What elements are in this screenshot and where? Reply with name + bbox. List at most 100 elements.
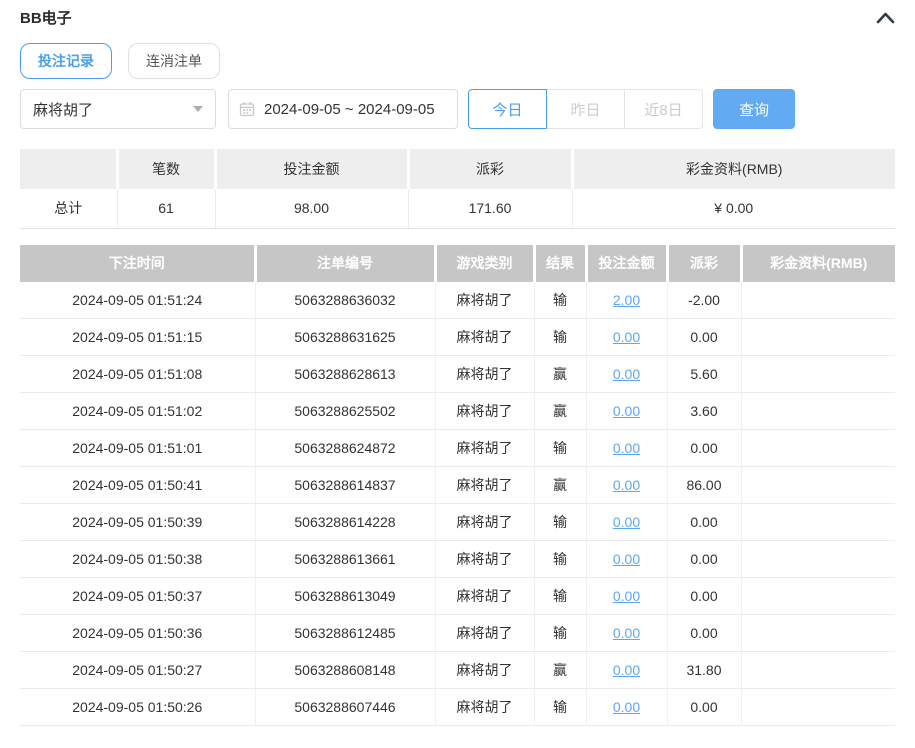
records-col-result: 结果	[532, 244, 586, 282]
bet-amount-link[interactable]: 0.00	[613, 329, 640, 345]
result-cell: 输	[533, 281, 586, 319]
payout-cell: 3.60	[666, 392, 741, 430]
summary-total-label: 总计	[20, 189, 117, 229]
table-row: 2024-09-05 01:50:39 5063288614228 麻将胡了 输…	[20, 503, 895, 541]
bet-amount-link[interactable]: 0.00	[613, 625, 640, 641]
bet-amount-link[interactable]: 0.00	[613, 662, 640, 678]
records-col-payout: 派彩	[665, 244, 741, 282]
tab-bet-records[interactable]: 投注记录	[20, 43, 112, 79]
payout-cell: 0.00	[666, 540, 741, 578]
search-button[interactable]: 查询	[713, 89, 795, 129]
filter-bar: 麻将胡了 2024-09-05 ~ 2024-09-05 今日 昨日 近8日 查…	[20, 89, 895, 129]
bonus-cell	[740, 503, 895, 541]
result-cell: 输	[533, 429, 586, 467]
bonus-cell	[740, 651, 895, 689]
bet-amount-link[interactable]: 2.00	[613, 292, 640, 308]
order-id-cell: 5063288608148	[254, 651, 435, 689]
records-table: 下注时间 注单编号 游戏类别 结果 投注金额 派彩 彩金资料(RMB) 2024…	[20, 244, 895, 726]
table-row: 2024-09-05 01:50:27 5063288608148 麻将胡了 赢…	[20, 651, 895, 689]
summary-total-bonus: ¥ 0.00	[571, 189, 895, 229]
bet-time-cell: 2024-09-05 01:50:38	[20, 540, 255, 578]
game-type-cell: 麻将胡了	[434, 651, 534, 689]
payout-cell: 0.00	[666, 614, 741, 652]
bet-amount-link[interactable]: 0.00	[613, 440, 640, 456]
payout-cell: 0.00	[666, 688, 741, 726]
bet-amount-link[interactable]: 0.00	[613, 366, 640, 382]
bet-time-cell: 2024-09-05 01:50:41	[20, 466, 255, 504]
result-cell: 输	[533, 614, 586, 652]
records-col-bonus: 彩金资料(RMB)	[739, 244, 895, 282]
records-tbody: 2024-09-05 01:51:24 5063288636032 麻将胡了 输…	[20, 281, 895, 726]
game-select-value: 麻将胡了	[33, 101, 94, 119]
order-id-cell: 5063288612485	[254, 614, 435, 652]
payout-cell: 0.00	[666, 577, 741, 615]
bet-amount-link[interactable]: 0.00	[613, 477, 640, 493]
summary-col-bet-amount: 投注金额	[213, 149, 408, 189]
game-type-cell: 麻将胡了	[434, 318, 534, 356]
page-title: BB电子	[20, 9, 72, 27]
quick-today-button[interactable]: 今日	[468, 89, 547, 129]
record-type-tabs: 投注记录 连消注单	[20, 43, 895, 79]
game-select[interactable]: 麻将胡了	[20, 89, 216, 129]
summary-total-bet-amount: 98.00	[214, 189, 408, 229]
date-range-input[interactable]: 2024-09-05 ~ 2024-09-05	[228, 89, 458, 129]
quick-yesterday-button[interactable]: 昨日	[546, 89, 625, 129]
tab-cancelled-orders[interactable]: 连消注单	[128, 43, 220, 79]
bonus-cell	[740, 614, 895, 652]
table-row: 2024-09-05 01:51:15 5063288631625 麻将胡了 输…	[20, 318, 895, 356]
game-type-cell: 麻将胡了	[434, 281, 534, 319]
bet-time-cell: 2024-09-05 01:51:15	[20, 318, 255, 356]
records-col-game: 游戏类别	[433, 244, 534, 282]
collapse-panel-button[interactable]	[876, 11, 895, 24]
table-row: 2024-09-05 01:51:02 5063288625502 麻将胡了 赢…	[20, 392, 895, 430]
chevron-down-icon	[193, 106, 203, 112]
bet-time-cell: 2024-09-05 01:50:36	[20, 614, 255, 652]
bonus-cell	[740, 355, 895, 393]
bet-amount-cell: 0.00	[585, 614, 667, 652]
order-id-cell: 5063288613049	[254, 577, 435, 615]
calendar-icon	[239, 101, 255, 117]
bb-dianzi-panel: BB电子 投注记录 连消注单 麻将胡了 2024-09-05 ~ 2024-09…	[0, 0, 915, 726]
game-type-cell: 麻将胡了	[434, 577, 534, 615]
bet-amount-link[interactable]: 0.00	[613, 403, 640, 419]
bet-time-cell: 2024-09-05 01:50:39	[20, 503, 255, 541]
order-id-cell: 5063288607446	[254, 688, 435, 726]
bonus-cell	[740, 466, 895, 504]
order-id-cell: 5063288613661	[254, 540, 435, 578]
summary-col-count: 笔数	[115, 149, 215, 189]
result-cell: 输	[533, 577, 586, 615]
payout-cell: 0.00	[666, 429, 741, 467]
payout-cell: 5.60	[666, 355, 741, 393]
game-type-cell: 麻将胡了	[434, 429, 534, 467]
bet-amount-cell: 0.00	[585, 688, 667, 726]
order-id-cell: 5063288614837	[254, 466, 435, 504]
order-id-cell: 5063288614228	[254, 503, 435, 541]
bet-amount-link[interactable]: 0.00	[613, 551, 640, 567]
bet-amount-link[interactable]: 0.00	[613, 514, 640, 530]
bonus-cell	[740, 688, 895, 726]
bet-amount-cell: 0.00	[585, 466, 667, 504]
game-type-cell: 麻将胡了	[434, 688, 534, 726]
bet-amount-cell: 0.00	[585, 318, 667, 356]
payout-cell: 31.80	[666, 651, 741, 689]
table-row: 2024-09-05 01:50:38 5063288613661 麻将胡了 输…	[20, 540, 895, 578]
game-type-cell: 麻将胡了	[434, 540, 534, 578]
bet-time-cell: 2024-09-05 01:50:27	[20, 651, 255, 689]
records-col-bet: 投注金额	[584, 244, 667, 282]
result-cell: 输	[533, 503, 586, 541]
order-id-cell: 5063288628613	[254, 355, 435, 393]
bonus-cell	[740, 281, 895, 319]
bet-amount-link[interactable]: 0.00	[613, 699, 640, 715]
records-col-order-id: 注单编号	[253, 244, 435, 282]
bet-time-cell: 2024-09-05 01:51:02	[20, 392, 255, 430]
bet-amount-link[interactable]: 0.00	[613, 588, 640, 604]
bet-time-cell: 2024-09-05 01:51:08	[20, 355, 255, 393]
quick-date-group: 今日 昨日 近8日	[468, 89, 703, 129]
result-cell: 赢	[533, 466, 586, 504]
payout-cell: 86.00	[666, 466, 741, 504]
bet-time-cell: 2024-09-05 01:50:37	[20, 577, 255, 615]
records-header-row: 下注时间 注单编号 游戏类别 结果 投注金额 派彩 彩金资料(RMB)	[20, 244, 895, 282]
quick-last8days-button[interactable]: 近8日	[624, 89, 703, 129]
bonus-cell	[740, 577, 895, 615]
bet-time-cell: 2024-09-05 01:51:24	[20, 281, 255, 319]
